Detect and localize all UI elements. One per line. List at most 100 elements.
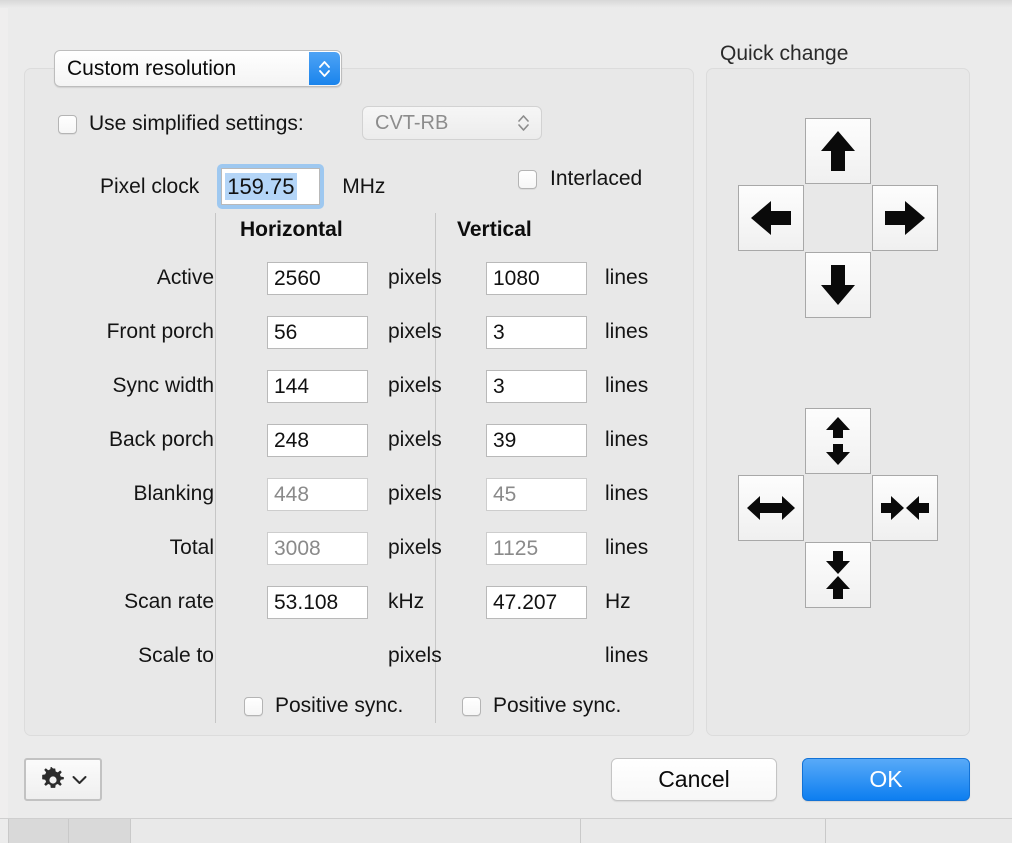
- vertical-input-total: 1125: [486, 532, 587, 565]
- arrows-shrink-horizontal-icon: [881, 496, 929, 520]
- ok-button[interactable]: OK: [802, 758, 970, 801]
- move-up-button[interactable]: [805, 118, 871, 184]
- vertical-unit-label: lines: [605, 266, 649, 289]
- timing-standard-value: CVT-RB: [375, 111, 449, 134]
- arrows-shrink-vertical-icon: [826, 551, 850, 599]
- arrow-left-icon: [751, 201, 791, 235]
- resolution-popup-value: Custom resolution: [67, 56, 237, 80]
- move-right-button[interactable]: [872, 185, 938, 251]
- quick-change-move-pad: [738, 118, 938, 318]
- horizontal-input-front-porch[interactable]: 56: [267, 316, 368, 349]
- horizontal-unit-label: pixels: [388, 266, 442, 289]
- vertical-unit-label: lines: [605, 644, 649, 667]
- row-label: Scan rate: [124, 590, 214, 613]
- expand-vertical-button[interactable]: [805, 408, 871, 474]
- move-down-button[interactable]: [805, 252, 871, 318]
- vertical-unit-label: lines: [605, 374, 649, 397]
- timing-standard-popup[interactable]: CVT-RB: [362, 106, 542, 140]
- horizontal-unit-label: pixels: [388, 428, 442, 451]
- pixel-clock-row: Pixel clock 159.75 MHz: [100, 164, 385, 209]
- arrow-up-icon: [821, 131, 855, 171]
- arrow-down-icon: [821, 265, 855, 305]
- table-row: Active 2560 1080 pixels lines: [24, 262, 694, 298]
- background-table-cell: [825, 819, 1012, 843]
- vertical-input-back-porch[interactable]: 39: [486, 424, 587, 457]
- horizontal-input-scan-rate[interactable]: 53.108: [267, 586, 368, 619]
- quick-change-title: Quick change: [720, 42, 849, 65]
- chevron-down-icon: [319, 69, 330, 77]
- horizontal-unit-label: pixels: [388, 482, 442, 505]
- vertical-input-front-porch[interactable]: 3: [486, 316, 587, 349]
- use-simplified-settings-checkbox[interactable]: [58, 114, 77, 134]
- vertical-input-sync-width[interactable]: 3: [486, 370, 587, 403]
- chevron-down-icon: [72, 775, 86, 784]
- move-left-button[interactable]: [738, 185, 804, 251]
- row-label: Total: [169, 536, 214, 559]
- background-table-cell: [580, 819, 825, 843]
- vertical-unit-label: lines: [605, 536, 649, 559]
- window-titlebar-edge: [0, 0, 1012, 8]
- gear-icon: [41, 766, 64, 788]
- horizontal-unit-label: pixels: [388, 374, 442, 397]
- row-label: Sync width: [112, 374, 214, 397]
- vertical-input-active[interactable]: 1080: [486, 262, 587, 295]
- horizontal-unit-label: pixels: [388, 644, 442, 667]
- use-simplified-settings-label: Use simplified settings:: [89, 112, 304, 135]
- vertical-unit-label: lines: [605, 320, 649, 343]
- horizontal-unit-label: pixels: [388, 320, 442, 343]
- positive-sync-horizontal-row: Positive sync.: [244, 694, 403, 718]
- horizontal-input-blanking: 448: [267, 478, 368, 511]
- horizontal-unit-label: pixels: [388, 536, 442, 559]
- vertical-input-scan-rate[interactable]: 47.207: [486, 586, 587, 619]
- quick-change-size-pad: [738, 408, 938, 608]
- popup-stepper-arrows[interactable]: [309, 52, 340, 85]
- background-window-strip: [0, 818, 1012, 843]
- shrink-horizontal-button[interactable]: [872, 475, 938, 541]
- timing-standard-stepper: [518, 115, 529, 131]
- vertical-input-blanking: 45: [486, 478, 587, 511]
- row-label: Scale to: [138, 644, 214, 667]
- pixel-clock-value: 159.75: [225, 172, 297, 201]
- simplified-settings-row: Use simplified settings:: [58, 112, 304, 136]
- chevron-up-icon: [518, 115, 529, 122]
- table-row: Scan rate 53.108 47.207 kHz Hz: [24, 586, 694, 622]
- interlaced-row: Interlaced: [518, 167, 642, 191]
- vertical-unit-label: lines: [605, 428, 649, 451]
- table-row: Back porch 248 39 pixels lines: [24, 424, 694, 460]
- row-label: Blanking: [133, 482, 214, 505]
- chevron-down-icon: [518, 124, 529, 131]
- arrows-expand-horizontal-icon: [747, 496, 795, 520]
- horizontal-input-total: 3008: [267, 532, 368, 565]
- table-row: Total 3008 1125 pixels lines: [24, 532, 694, 568]
- background-table-cell: [68, 819, 130, 843]
- horizontal-input-sync-width[interactable]: 144: [267, 370, 368, 403]
- arrows-expand-vertical-icon: [826, 417, 850, 465]
- background-table-cell: [130, 819, 580, 843]
- row-label: Front porch: [106, 320, 214, 343]
- arrow-right-icon: [885, 201, 925, 235]
- positive-sync-vertical-checkbox[interactable]: [462, 696, 481, 716]
- vertical-unit-label: Hz: [605, 590, 631, 613]
- horizontal-input-back-porch[interactable]: 248: [267, 424, 368, 457]
- pixel-clock-label: Pixel clock: [100, 174, 200, 198]
- background-table-cell: [8, 819, 68, 843]
- table-row: Blanking 448 45 pixels lines: [24, 478, 694, 514]
- pixel-clock-unit: MHz: [342, 174, 386, 198]
- positive-sync-horizontal-label: Positive sync.: [275, 694, 404, 717]
- pixel-clock-input[interactable]: 159.75: [221, 168, 321, 205]
- horizontal-input-active[interactable]: 2560: [267, 262, 368, 295]
- row-label: Active: [156, 266, 214, 289]
- cancel-button[interactable]: Cancel: [611, 758, 777, 801]
- interlaced-checkbox[interactable]: [518, 169, 537, 189]
- vertical-unit-label: lines: [605, 482, 649, 505]
- window-left-edge: [0, 8, 8, 842]
- positive-sync-vertical-row: Positive sync.: [462, 694, 621, 718]
- shrink-vertical-button[interactable]: [805, 542, 871, 608]
- positive-sync-horizontal-checkbox[interactable]: [244, 696, 263, 716]
- column-header-vertical: Vertical: [457, 218, 532, 241]
- expand-horizontal-button[interactable]: [738, 475, 804, 541]
- settings-gear-menu-button[interactable]: [24, 758, 102, 801]
- resolution-popup-button[interactable]: Custom resolution: [54, 50, 342, 87]
- table-row: Sync width 144 3 pixels lines: [24, 370, 694, 406]
- chevron-up-icon: [319, 60, 330, 68]
